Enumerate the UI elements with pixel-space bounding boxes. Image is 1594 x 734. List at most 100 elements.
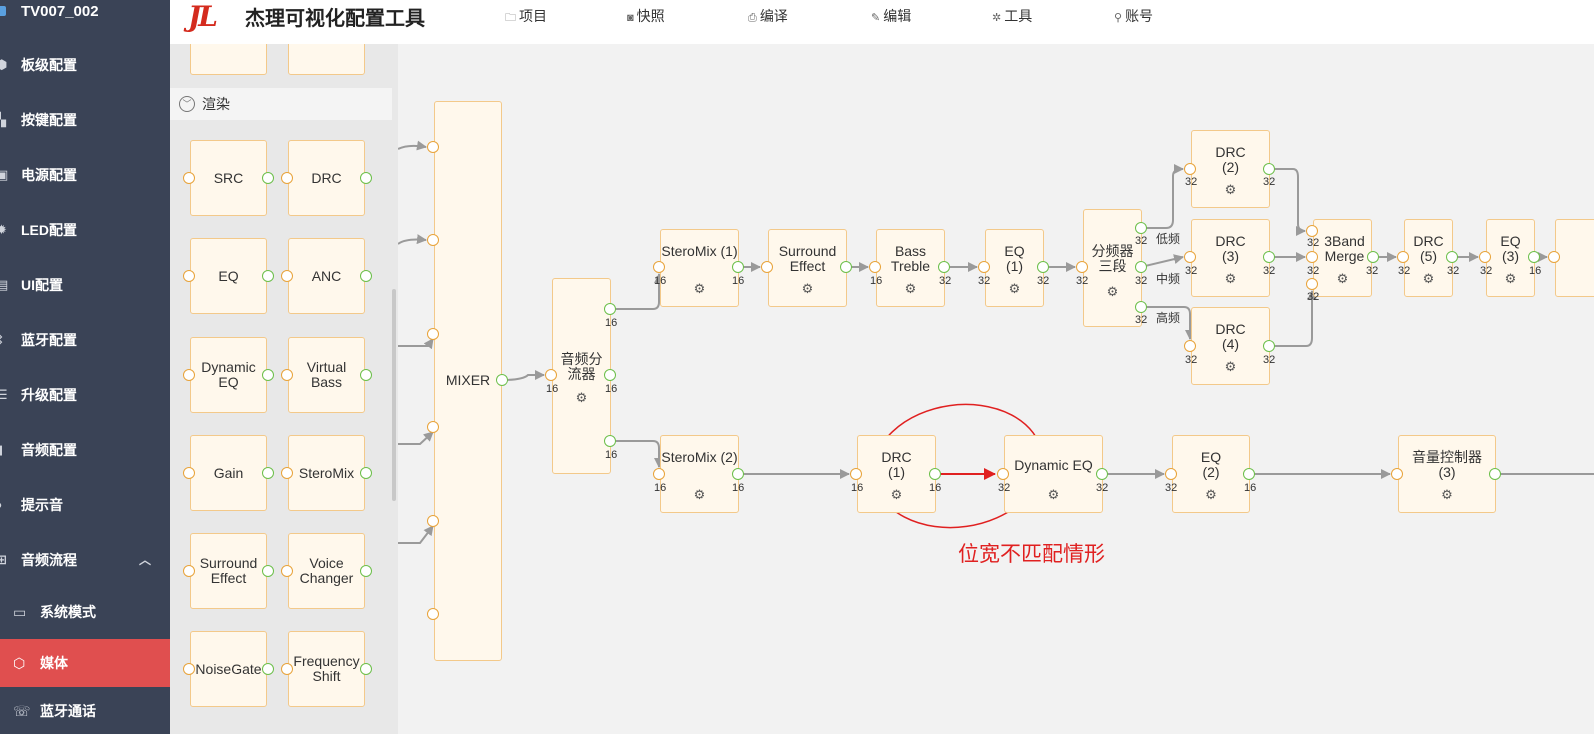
- output-port[interactable]: [360, 270, 372, 282]
- output-port[interactable]: [1243, 468, 1255, 480]
- input-port[interactable]: [1184, 251, 1196, 263]
- output-port[interactable]: [840, 261, 852, 273]
- output-port[interactable]: [604, 369, 616, 381]
- input-port[interactable]: [1165, 468, 1177, 480]
- output-port[interactable]: [262, 565, 274, 577]
- gear-icon[interactable]: ⚙: [1224, 183, 1238, 197]
- project-name[interactable]: TV007_002: [0, 0, 170, 24]
- output-port[interactable]: [262, 663, 274, 675]
- sidebar-subitem-system-mode[interactable]: ▭ 系统模式: [0, 590, 170, 634]
- output-port[interactable]: [1135, 261, 1147, 273]
- output-port[interactable]: [1263, 163, 1275, 175]
- section-render[interactable]: ﹀ 渲染: [170, 88, 392, 120]
- output-port[interactable]: [360, 663, 372, 675]
- output-port[interactable]: [1367, 251, 1379, 263]
- input-port[interactable]: [427, 421, 439, 433]
- input-port[interactable]: [869, 261, 881, 273]
- gear-icon[interactable]: ⚙: [1336, 272, 1350, 286]
- node-dynamic-eq[interactable]: Dynamic EQ ⚙: [1004, 435, 1103, 513]
- output-port[interactable]: [1263, 251, 1275, 263]
- output-port[interactable]: [360, 369, 372, 381]
- output-port[interactable]: [262, 172, 274, 184]
- input-port[interactable]: [183, 172, 195, 184]
- output-port[interactable]: [604, 303, 616, 315]
- input-port[interactable]: [183, 467, 195, 479]
- output-port[interactable]: [360, 467, 372, 479]
- output-port[interactable]: [1446, 251, 1458, 263]
- palette-block-drc[interactable]: DRC: [288, 140, 365, 216]
- output-port[interactable]: [1263, 340, 1275, 352]
- gear-icon[interactable]: ⚙: [801, 282, 815, 296]
- output-port[interactable]: [1528, 251, 1540, 263]
- input-port[interactable]: [1397, 251, 1409, 263]
- palette-block-eq[interactable]: EQ: [190, 238, 267, 314]
- output-port[interactable]: [262, 369, 274, 381]
- node-3band-merge[interactable]: 3Band Merge ⚙: [1313, 219, 1372, 297]
- input-port[interactable]: [761, 261, 773, 273]
- menu-compile[interactable]: ⎙ 编译: [748, 6, 788, 26]
- output-port[interactable]: [732, 468, 744, 480]
- input-port[interactable]: [545, 369, 557, 381]
- menu-snapshot[interactable]: ◙ 快照: [627, 6, 665, 26]
- node-drc-4[interactable]: DRC (4) ⚙: [1191, 307, 1270, 385]
- sidebar-item-prompt-tone[interactable]: ◗ 提示音: [0, 483, 170, 527]
- output-port[interactable]: [1096, 468, 1108, 480]
- gear-icon[interactable]: ⚙: [1106, 285, 1120, 299]
- input-port[interactable]: [1184, 163, 1196, 175]
- output-port[interactable]: [496, 374, 508, 386]
- gear-icon[interactable]: ⚙: [1504, 272, 1518, 286]
- node-bass-treble[interactable]: Bass Treble ⚙: [876, 229, 945, 307]
- input-port[interactable]: [281, 270, 293, 282]
- flow-canvas[interactable]: MIXER 音频分流器 ⚙ SteroMix (1) ⚙ Surround Ef…: [398, 44, 1594, 734]
- palette-block-partial[interactable]: [190, 44, 267, 75]
- gear-icon[interactable]: ⚙: [1204, 488, 1218, 502]
- input-port[interactable]: [427, 608, 439, 620]
- output-port[interactable]: [938, 261, 950, 273]
- gear-icon[interactable]: ⚙: [575, 391, 589, 405]
- input-port[interactable]: [183, 270, 195, 282]
- input-port[interactable]: [183, 369, 195, 381]
- input-port[interactable]: [653, 468, 665, 480]
- gear-icon[interactable]: ⚙: [1422, 272, 1436, 286]
- input-port[interactable]: [281, 565, 293, 577]
- gear-icon[interactable]: ⚙: [1224, 360, 1238, 374]
- sidebar-item-keys[interactable]: ▚ 按键配置: [0, 98, 170, 142]
- input-port[interactable]: [997, 468, 1009, 480]
- palette-block-anc[interactable]: ANC: [288, 238, 365, 314]
- palette-block-noisegate[interactable]: NoiseGate: [190, 631, 267, 707]
- input-port[interactable]: [183, 565, 195, 577]
- sidebar-subitem-bt-call[interactable]: ☏ 蓝牙通话: [0, 689, 170, 733]
- sidebar-item-audio-config[interactable]: ▮ 音频配置: [0, 428, 170, 472]
- output-port[interactable]: [1489, 468, 1501, 480]
- sidebar-item-ui[interactable]: ▤ UI配置: [0, 263, 170, 307]
- output-port[interactable]: [1037, 261, 1049, 273]
- node-mixer[interactable]: MIXER: [434, 101, 502, 661]
- node-steromix-2[interactable]: SteroMix (2) ⚙: [660, 435, 739, 513]
- output-port[interactable]: [604, 435, 616, 447]
- palette-block-src[interactable]: SRC: [190, 140, 267, 216]
- node-offscreen[interactable]: [1555, 219, 1594, 297]
- gear-icon[interactable]: ⚙: [693, 488, 707, 502]
- sidebar-item-led[interactable]: ✹ LED配置: [0, 208, 170, 252]
- input-port[interactable]: [1306, 278, 1318, 290]
- sidebar-item-power[interactable]: ▣ 电源配置: [0, 153, 170, 197]
- palette-block-voice-changer[interactable]: Voice Changer: [288, 533, 365, 609]
- input-port[interactable]: [427, 328, 439, 340]
- menu-account[interactable]: ⚲ 账号: [1114, 6, 1153, 26]
- node-volume-3[interactable]: 音量控制器 (3) ⚙: [1398, 435, 1496, 513]
- node-drc-1[interactable]: DRC (1) ⚙: [857, 435, 936, 513]
- input-port[interactable]: [1479, 251, 1491, 263]
- output-port[interactable]: [262, 270, 274, 282]
- sidebar-item-audio-flow[interactable]: ⊞ 音频流程 ︿: [0, 538, 170, 582]
- input-port[interactable]: [1306, 225, 1318, 237]
- output-port[interactable]: [732, 261, 744, 273]
- output-port[interactable]: [1135, 301, 1147, 313]
- node-drc-3[interactable]: DRC (3) ⚙: [1191, 219, 1270, 297]
- node-steromix-1[interactable]: SteroMix (1) ⚙: [660, 229, 739, 307]
- input-port[interactable]: [653, 261, 665, 273]
- node-splitter[interactable]: 音频分流器 ⚙: [552, 278, 611, 474]
- input-port[interactable]: [427, 141, 439, 153]
- input-port[interactable]: [978, 261, 990, 273]
- output-port[interactable]: [1135, 222, 1147, 234]
- input-port[interactable]: [1306, 251, 1318, 263]
